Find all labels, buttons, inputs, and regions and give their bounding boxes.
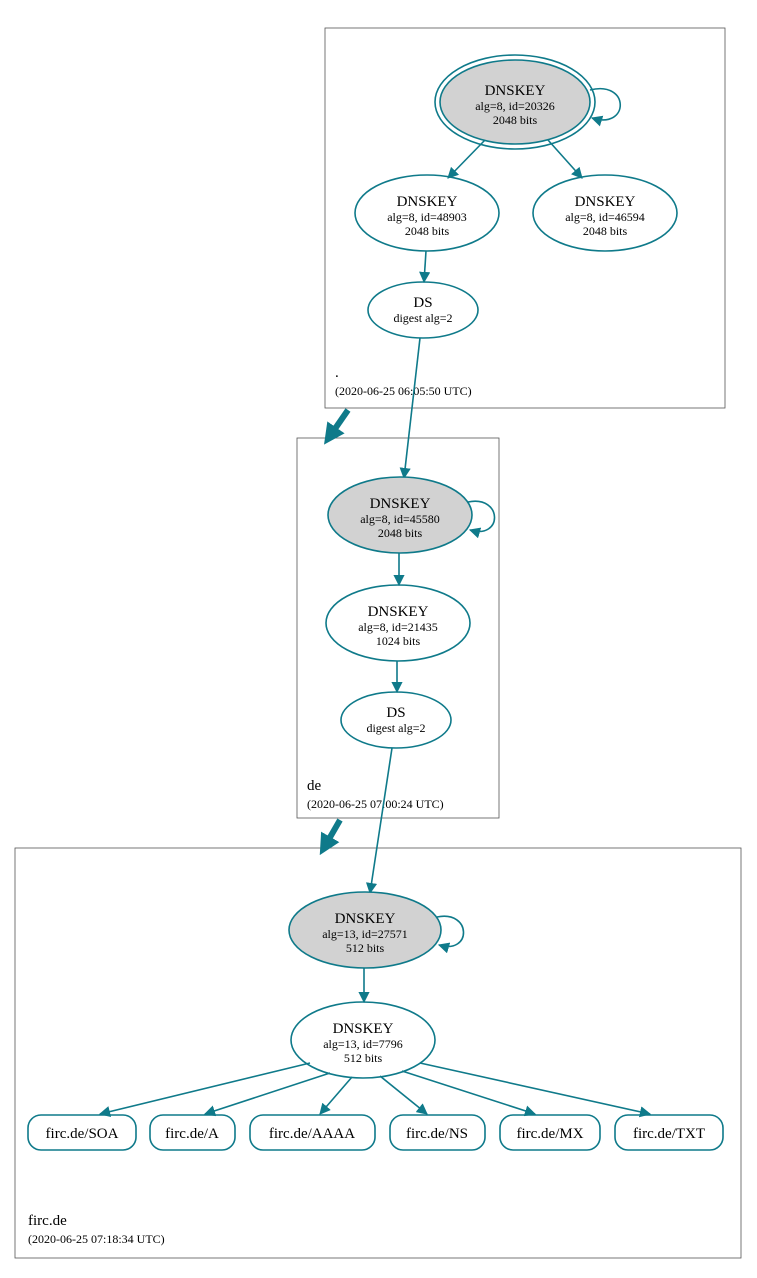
svg-text:DS: DS	[386, 705, 405, 721]
node-de-ksk: DNSKEY alg=8, id=45580 2048 bits	[328, 477, 472, 553]
leaf-mx: firc.de/MX	[500, 1115, 600, 1150]
edge-rootksk-to-zsk2	[548, 140, 582, 178]
svg-text:alg=13, id=27571: alg=13, id=27571	[322, 927, 408, 941]
svg-text:2048 bits: 2048 bits	[493, 113, 538, 127]
svg-text:DS: DS	[413, 295, 432, 311]
svg-text:firc.de/SOA: firc.de/SOA	[46, 1126, 119, 1142]
svg-text:DNSKEY: DNSKEY	[368, 604, 429, 620]
leaf-txt: firc.de/TXT	[615, 1115, 723, 1150]
edge-zsk-to-a	[205, 1073, 330, 1114]
svg-text:1024 bits: 1024 bits	[376, 634, 421, 648]
leaf-a: firc.de/A	[150, 1115, 235, 1150]
svg-text:alg=8, id=45580: alg=8, id=45580	[360, 512, 440, 526]
edge-de-to-firc-zone	[325, 820, 340, 846]
svg-text:digest alg=2: digest alg=2	[393, 311, 452, 325]
svg-text:512 bits: 512 bits	[344, 1051, 383, 1065]
zone-firc-label: firc.de	[28, 1213, 67, 1229]
node-firc-ksk: DNSKEY alg=13, id=27571 512 bits	[289, 892, 441, 968]
edge-zsk-to-aaaa	[320, 1077, 352, 1114]
svg-text:alg=8, id=48903: alg=8, id=48903	[387, 210, 467, 224]
edge-rootksk-to-zsk1	[448, 140, 485, 178]
svg-text:DNSKEY: DNSKEY	[333, 1021, 394, 1037]
zone-de-label: de	[307, 778, 322, 794]
svg-text:firc.de/A: firc.de/A	[165, 1126, 219, 1142]
leaf-soa: firc.de/SOA	[28, 1115, 136, 1150]
edge-zsk-to-mx	[402, 1071, 535, 1114]
node-root-zsk-46594: DNSKEY alg=8, id=46594 2048 bits	[533, 175, 677, 251]
svg-text:512 bits: 512 bits	[346, 941, 385, 955]
svg-text:DNSKEY: DNSKEY	[370, 496, 431, 512]
zone-root-label: .	[335, 365, 339, 381]
edge-deds-to-fircksk	[370, 748, 392, 893]
svg-text:DNSKEY: DNSKEY	[335, 911, 396, 927]
svg-text:alg=8, id=21435: alg=8, id=21435	[358, 620, 438, 634]
dnssec-chain-diagram: . (2020-06-25 06:05:50 UTC) DNSKEY alg=8…	[0, 0, 757, 1278]
node-root-ds: DS digest alg=2	[368, 282, 478, 338]
svg-text:digest alg=2: digest alg=2	[366, 721, 425, 735]
node-de-zsk: DNSKEY alg=8, id=21435 1024 bits	[326, 585, 470, 661]
edge-root-to-de-zone	[330, 410, 348, 436]
edge-rootzsk-to-ds	[424, 251, 426, 282]
svg-text:2048 bits: 2048 bits	[378, 526, 423, 540]
svg-text:alg=8, id=46594: alg=8, id=46594	[565, 210, 645, 224]
zone-de-timestamp: (2020-06-25 07:00:24 UTC)	[307, 797, 444, 811]
svg-text:alg=13, id=7796: alg=13, id=7796	[323, 1037, 403, 1051]
zone-firc-timestamp: (2020-06-25 07:18:34 UTC)	[28, 1232, 165, 1246]
node-root-zsk-48903: DNSKEY alg=8, id=48903 2048 bits	[355, 175, 499, 251]
edge-zsk-to-ns	[380, 1076, 427, 1114]
zone-de: de (2020-06-25 07:00:24 UTC) DNSKEY alg=…	[297, 338, 499, 818]
svg-text:firc.de/MX: firc.de/MX	[516, 1126, 583, 1142]
zone-root-timestamp: (2020-06-25 06:05:50 UTC)	[335, 384, 472, 398]
svg-text:firc.de/AAAA: firc.de/AAAA	[269, 1126, 355, 1142]
svg-text:DNSKEY: DNSKEY	[397, 194, 458, 210]
svg-text:DNSKEY: DNSKEY	[575, 194, 636, 210]
svg-text:DNSKEY: DNSKEY	[485, 83, 546, 99]
edge-zsk-to-soa	[100, 1063, 310, 1114]
leaf-aaaa: firc.de/AAAA	[250, 1115, 375, 1150]
leaf-ns: firc.de/NS	[390, 1115, 485, 1150]
svg-text:alg=8, id=20326: alg=8, id=20326	[475, 99, 555, 113]
node-root-ksk: DNSKEY alg=8, id=20326 2048 bits	[435, 55, 595, 149]
node-firc-zsk: DNSKEY alg=13, id=7796 512 bits	[291, 1002, 435, 1078]
zone-root: . (2020-06-25 06:05:50 UTC) DNSKEY alg=8…	[325, 28, 725, 408]
svg-text:firc.de/TXT: firc.de/TXT	[633, 1126, 705, 1142]
zone-firc-de: firc.de (2020-06-25 07:18:34 UTC) DNSKEY…	[15, 748, 741, 1258]
svg-text:2048 bits: 2048 bits	[405, 224, 450, 238]
svg-text:2048 bits: 2048 bits	[583, 224, 628, 238]
node-de-ds: DS digest alg=2	[341, 692, 451, 748]
svg-text:firc.de/NS: firc.de/NS	[406, 1126, 468, 1142]
